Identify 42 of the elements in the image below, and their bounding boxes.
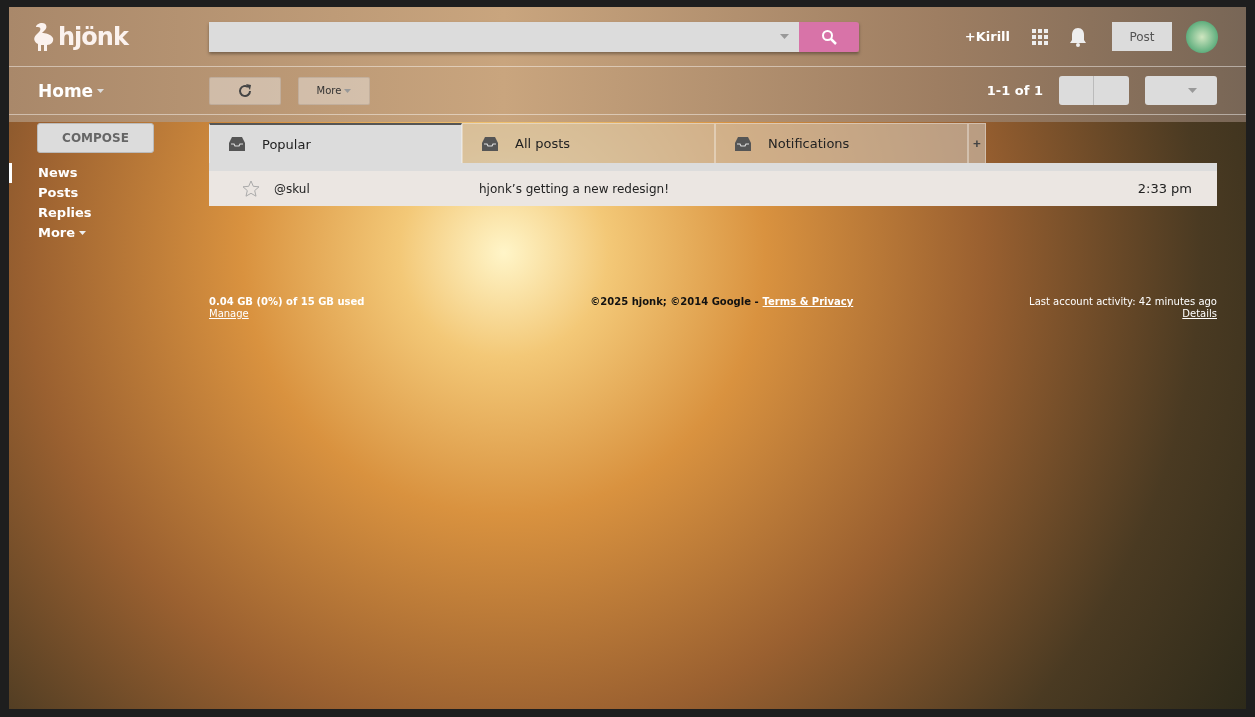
compose-button[interactable]: COMPOSE xyxy=(37,123,154,153)
tray-icon xyxy=(734,136,752,151)
caret-down-icon xyxy=(79,230,87,235)
sidebar-item[interactable]: Replies xyxy=(9,203,92,223)
message-row[interactable]: @skul hjonk’s getting a new redesign! 2:33 pm xyxy=(209,171,1217,206)
tab[interactable]: All posts xyxy=(462,123,715,163)
logo-text[interactable]: hjönk xyxy=(58,22,128,51)
bird-icon xyxy=(33,20,55,53)
search-button[interactable] xyxy=(799,21,859,52)
storage-text: 0.04 GB (0%) of 15 GB used xyxy=(209,296,365,307)
post-button[interactable]: Post xyxy=(1112,22,1172,51)
details-link[interactable]: Details xyxy=(1182,308,1217,319)
search-icon xyxy=(821,28,837,45)
sidebar-item[interactable]: Posts xyxy=(9,183,79,203)
activity-text: Last account activity: 42 minutes ago xyxy=(1029,296,1217,307)
tab[interactable]: Popular xyxy=(209,123,462,163)
tray-icon xyxy=(481,136,499,151)
tab[interactable]: Notifications xyxy=(715,123,968,163)
refresh-icon xyxy=(238,83,252,98)
sender-text: @skul xyxy=(274,181,311,196)
caret-down-icon xyxy=(1188,88,1197,93)
copyright-text: ©2025 hjonk; ©2014 Google - xyxy=(590,296,759,307)
terms-link[interactable]: Terms & Privacy xyxy=(762,296,854,307)
caret-down-icon xyxy=(344,88,352,93)
more-button[interactable]: More xyxy=(298,76,370,105)
sidebar-item[interactable]: News xyxy=(9,163,78,183)
subject-text: hjonk’s getting a new redesign! xyxy=(479,181,670,196)
home-dropdown[interactable]: Home xyxy=(38,80,209,101)
user-link[interactable]: +Kirill xyxy=(964,29,1010,44)
search-field[interactable] xyxy=(209,21,799,52)
pagination-text: 1-1 of 1 xyxy=(986,83,1043,98)
caret-down-icon xyxy=(97,88,105,93)
time-text: 2:33 pm xyxy=(1137,181,1192,196)
refresh-button[interactable] xyxy=(209,76,281,105)
manage-link[interactable]: Manage xyxy=(209,308,365,319)
avatar[interactable] xyxy=(1186,20,1218,53)
caret-down-icon xyxy=(780,34,789,39)
tray-icon xyxy=(228,137,246,151)
grid-icon xyxy=(1032,28,1048,45)
sidebar-item[interactable]: More xyxy=(9,223,87,243)
bell-icon xyxy=(1070,26,1086,47)
add-tab-button[interactable]: + xyxy=(968,123,986,163)
